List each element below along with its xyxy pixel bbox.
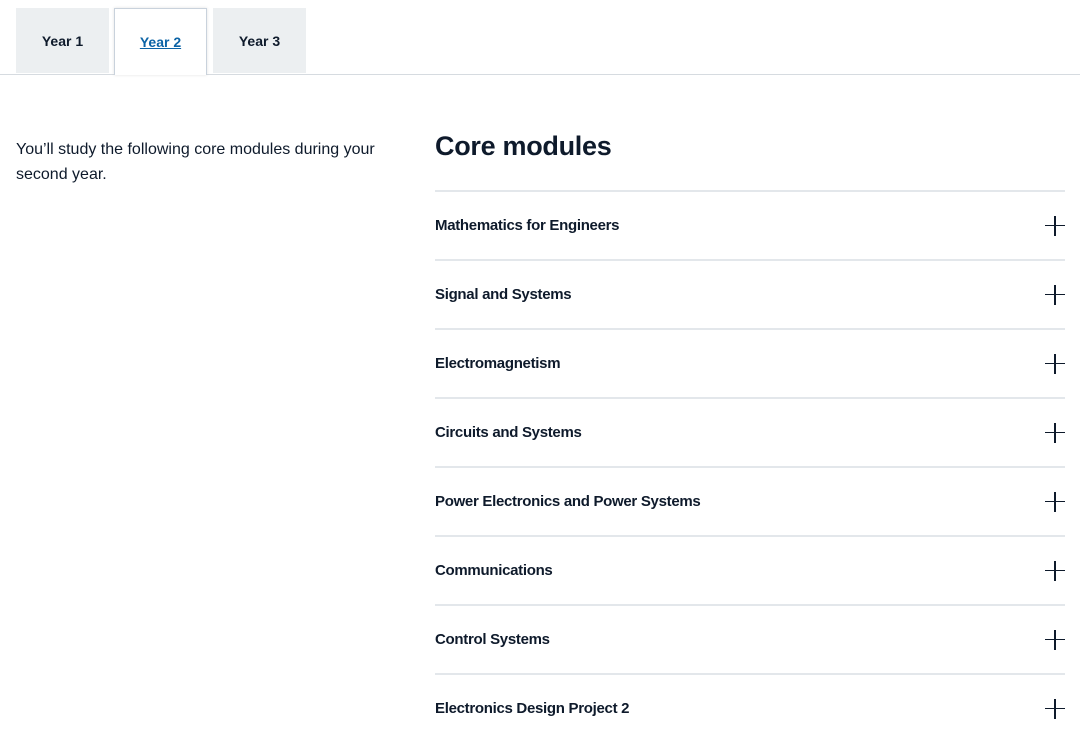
tab-label: Year 3	[238, 32, 281, 49]
module-mathematics-for-engineers[interactable]: Mathematics for Engineers	[435, 190, 1065, 259]
module-communications[interactable]: Communications	[435, 535, 1065, 604]
module-control-systems[interactable]: Control Systems	[435, 604, 1065, 673]
module-power-electronics-and-power-systems[interactable]: Power Electronics and Power Systems	[435, 466, 1065, 535]
module-label: Control Systems	[435, 631, 550, 648]
module-label: Circuits and Systems	[435, 424, 582, 441]
module-label: Signal and Systems	[435, 286, 572, 303]
tab-label: Year 1	[41, 32, 84, 49]
tab-year-2[interactable]: Year 2	[114, 8, 207, 75]
module-label: Electronics Design Project 2	[435, 700, 630, 717]
plus-icon[interactable]	[1045, 629, 1065, 650]
plus-icon[interactable]	[1045, 353, 1065, 374]
plus-icon[interactable]	[1045, 560, 1065, 581]
plus-icon[interactable]	[1045, 491, 1065, 512]
module-label: Electromagnetism	[435, 355, 561, 372]
intro-text: You’ll study the following core modules …	[16, 141, 375, 183]
module-electromagnetism[interactable]: Electromagnetism	[435, 328, 1065, 397]
core-modules-heading: Core modules	[435, 131, 612, 161]
module-label: Communications	[435, 562, 553, 579]
tab-year-3[interactable]: Year 3	[213, 8, 306, 73]
module-label: Power Electronics and Power Systems	[435, 493, 701, 510]
plus-icon[interactable]	[1045, 284, 1065, 305]
tab-year-1[interactable]: Year 1	[16, 8, 109, 73]
year-tabs: Year 1 Year 2 Year 3	[0, 0, 1080, 75]
module-signal-and-systems[interactable]: Signal and Systems	[435, 259, 1065, 328]
plus-icon[interactable]	[1045, 698, 1065, 719]
plus-icon[interactable]	[1045, 215, 1065, 236]
plus-icon[interactable]	[1045, 422, 1065, 443]
core-modules-list: Mathematics for Engineers Signal and Sys…	[435, 190, 1065, 742]
module-label: Mathematics for Engineers	[435, 217, 620, 234]
tab-label: Year 2	[139, 34, 182, 50]
module-circuits-and-systems[interactable]: Circuits and Systems	[435, 397, 1065, 466]
